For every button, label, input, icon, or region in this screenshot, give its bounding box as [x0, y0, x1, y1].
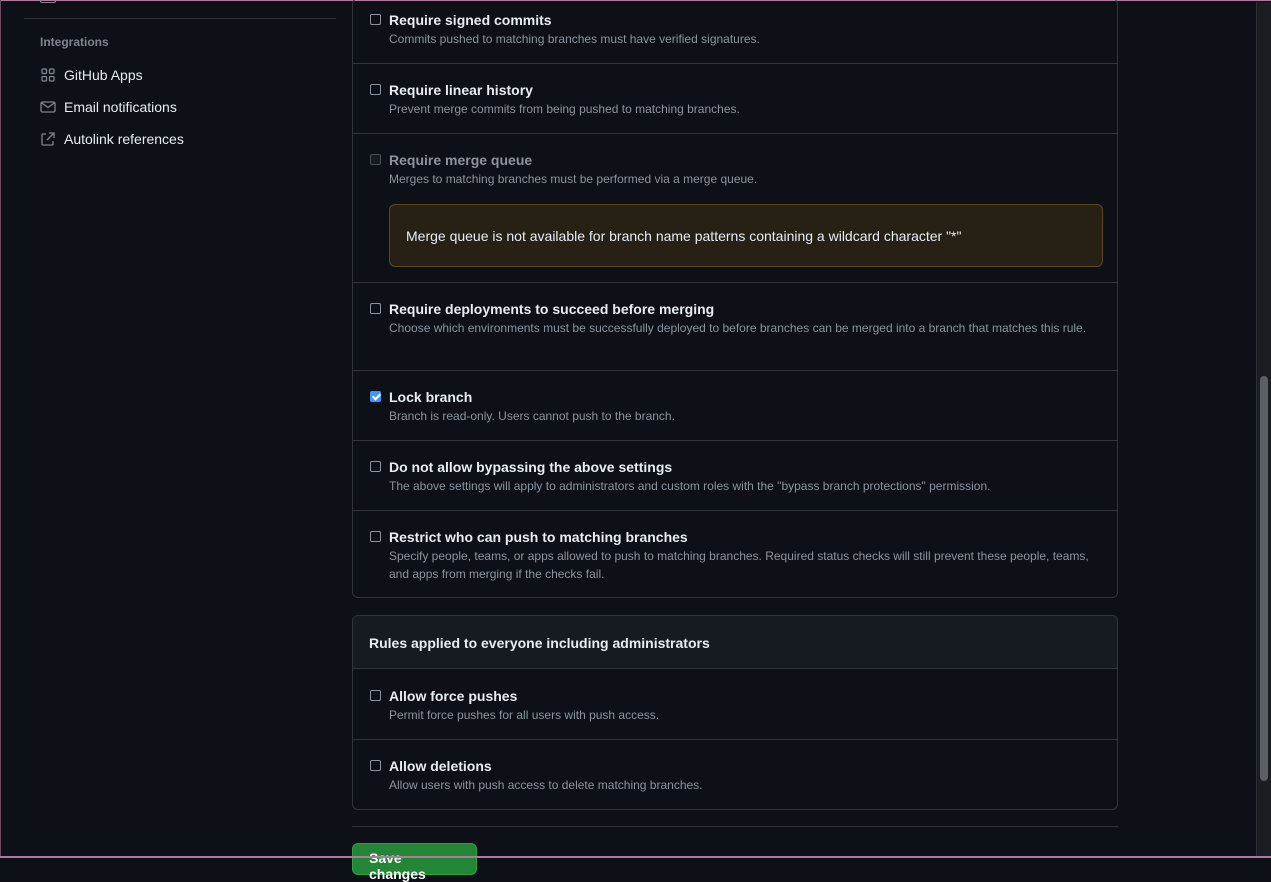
- rule-description: The above settings will apply to adminis…: [389, 479, 991, 493]
- rule-title: Do not allow bypassing the above setting…: [389, 459, 673, 475]
- rule-divider: [352, 510, 1118, 511]
- rule-divider: [352, 739, 1118, 740]
- window-left-border: [0, 0, 1, 858]
- rule-divider: [352, 440, 1118, 441]
- rule-title: Restrict who can push to matching branch…: [389, 529, 688, 545]
- rule-description: Specify people, teams, or apps allowed t…: [389, 549, 1089, 581]
- sidebar-divider: [24, 18, 336, 19]
- sidebar-item-github-apps[interactable]: GitHub Apps: [40, 63, 143, 87]
- allow-force-pushes-checkbox[interactable]: [370, 690, 381, 701]
- rule-description: Choose which environments must be succes…: [389, 321, 1087, 335]
- do-not-allow-bypassing-checkbox[interactable]: [370, 461, 381, 472]
- rule-title: Lock branch: [389, 389, 473, 405]
- form-divider: [352, 826, 1118, 827]
- partial-sidebar-icon: [40, 0, 56, 3]
- require-merge-queue-checkbox[interactable]: [370, 154, 381, 165]
- restrict-push-checkbox[interactable]: [370, 531, 381, 542]
- rule-title: Require linear history: [389, 82, 533, 98]
- sidebar-item-label: Email notifications: [64, 99, 177, 115]
- rule-description: Prevent merge commits from being pushed …: [389, 102, 740, 116]
- rule-description: Allow users with push access to delete m…: [389, 778, 703, 792]
- sidebar-item-autolink-references[interactable]: Autolink references: [40, 127, 184, 151]
- lock-branch-checkbox[interactable]: [370, 391, 381, 402]
- sidebar-item-label: Autolink references: [64, 131, 184, 147]
- sidebar-item-label: GitHub Apps: [64, 67, 143, 83]
- allow-deletions-checkbox[interactable]: [370, 760, 381, 771]
- sidebar-heading-integrations: Integrations: [40, 35, 109, 49]
- everyone-rules-title: Rules applied to everyone including admi…: [369, 635, 710, 651]
- rule-divider: [352, 133, 1118, 134]
- rule-description: Permit force pushes for all users with p…: [389, 708, 660, 722]
- save-changes-button[interactable]: Save changes: [352, 843, 477, 882]
- rule-title: Require merge queue: [389, 152, 533, 168]
- rule-title: Allow deletions: [389, 758, 492, 774]
- rule-description: Branch is read-only. Users cannot push t…: [389, 409, 675, 423]
- rule-divider: [352, 282, 1118, 283]
- require-deployments-checkbox[interactable]: [370, 303, 381, 314]
- require-linear-history-checkbox[interactable]: [370, 84, 381, 95]
- rule-title: Allow force pushes: [389, 688, 518, 704]
- link-external-icon: [40, 131, 56, 147]
- rule-description: Commits pushed to matching branches must…: [389, 32, 760, 46]
- apps-icon: [40, 67, 56, 83]
- rule-divider: [352, 63, 1118, 64]
- merge-queue-warning: Merge queue is not available for branch …: [389, 204, 1103, 267]
- rule-divider: [352, 370, 1118, 371]
- sidebar-item-email-notifications[interactable]: Email notifications: [40, 95, 177, 119]
- rule-title: Require signed commits: [389, 12, 552, 28]
- require-signed-commits-checkbox[interactable]: [370, 14, 381, 25]
- scrollbar-thumb[interactable]: [1260, 376, 1268, 781]
- rule-title: Require deployments to succeed before me…: [389, 301, 715, 317]
- rule-description: Merges to matching branches must be perf…: [389, 172, 758, 186]
- mail-icon: [40, 99, 56, 115]
